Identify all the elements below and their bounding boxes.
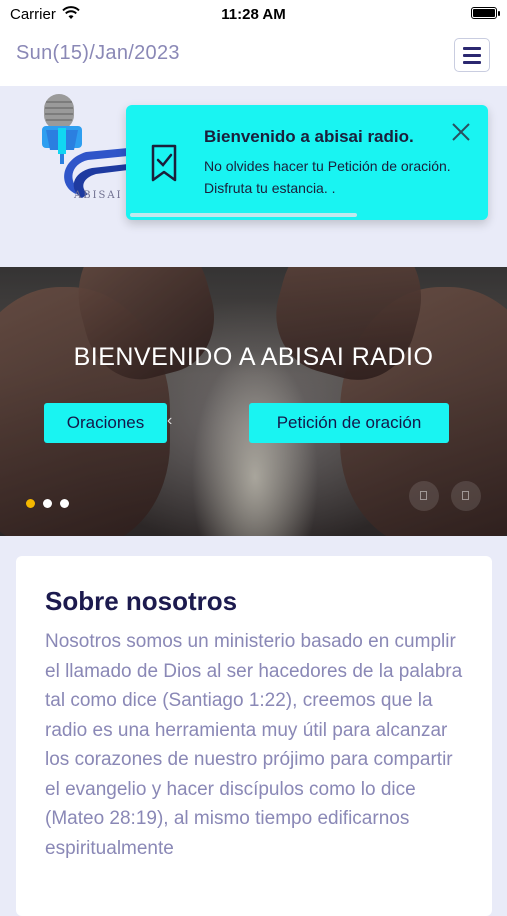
carousel-prev-button[interactable] bbox=[409, 481, 439, 511]
about-text: Nosotros somos un ministerio basado en c… bbox=[45, 631, 463, 859]
logo-text: ABISAI bbox=[74, 190, 123, 201]
bookmark-check-icon bbox=[151, 144, 177, 182]
slide-indicator-2[interactable] bbox=[43, 499, 52, 508]
carousel-next-button[interactable] bbox=[451, 481, 481, 511]
toast-progress-bar bbox=[130, 213, 357, 217]
hamburger-menu-button[interactable] bbox=[454, 38, 490, 72]
peticion-oracion-button[interactable]: Petición de oración bbox=[249, 403, 449, 443]
next-icon bbox=[462, 491, 469, 500]
about-title: Sobre nosotros bbox=[45, 586, 238, 616]
hamburger-icon bbox=[463, 47, 481, 50]
hero-banner: BIENVENIDO A ABISAI RADIO Oraciones ‹ Pe… bbox=[0, 267, 507, 536]
top-bar: Sun(15)/Jan/2023 bbox=[0, 30, 507, 86]
prev-icon bbox=[420, 491, 427, 500]
chevron-left-icon: ‹ bbox=[167, 412, 173, 429]
battery-icon bbox=[471, 7, 500, 19]
welcome-toast: Bienvenido a abisai radio. No olvides ha… bbox=[126, 105, 488, 220]
status-time: 11:28 AM bbox=[221, 6, 286, 23]
about-card: Sobre nosotros Nosotros somos un ministe… bbox=[16, 556, 492, 916]
toast-message: No olvides hacer tu Petición de oración.… bbox=[204, 158, 451, 196]
date-label: Sun(15)/Jan/2023 bbox=[16, 42, 180, 64]
status-bar: Carrier 11:28 AM bbox=[0, 0, 507, 30]
oraciones-button[interactable]: Oraciones bbox=[44, 403, 167, 443]
close-icon[interactable] bbox=[450, 121, 472, 143]
slide-indicator-1[interactable] bbox=[26, 499, 35, 508]
slide-indicator-3[interactable] bbox=[60, 499, 69, 508]
hero-title: BIENVENIDO A ABISAI RADIO bbox=[73, 343, 434, 371]
toast-title: Bienvenido a abisai radio. bbox=[204, 127, 414, 146]
microphone-logo bbox=[42, 94, 128, 198]
